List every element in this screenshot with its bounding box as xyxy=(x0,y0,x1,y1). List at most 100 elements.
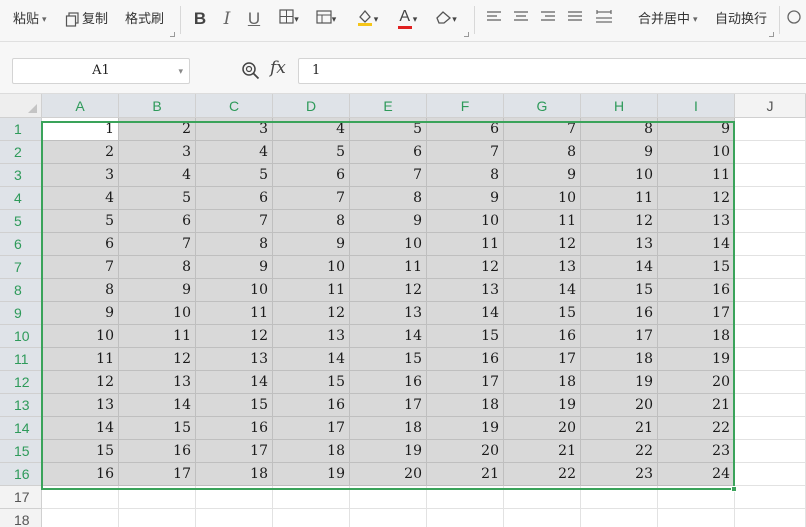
cell-b10[interactable]: 11 xyxy=(119,325,196,348)
cell-i9[interactable]: 17 xyxy=(658,302,735,325)
cell-f17[interactable] xyxy=(427,486,504,509)
cell-g5[interactable]: 11 xyxy=(504,210,581,233)
column-header-j[interactable]: J xyxy=(735,94,806,118)
cell-j17[interactable] xyxy=(735,486,806,509)
cell-c2[interactable]: 4 xyxy=(196,141,273,164)
cell-a2[interactable]: 2 xyxy=(42,141,119,164)
cell-f14[interactable]: 19 xyxy=(427,417,504,440)
cell-f5[interactable]: 10 xyxy=(427,210,504,233)
row-header-18[interactable]: 18 xyxy=(0,509,42,527)
cell-e8[interactable]: 12 xyxy=(350,279,427,302)
cell-d8[interactable]: 11 xyxy=(273,279,350,302)
cell-b18[interactable] xyxy=(119,509,196,527)
row-header-15[interactable]: 15 xyxy=(0,440,42,463)
cell-h14[interactable]: 21 xyxy=(581,417,658,440)
row-header-6[interactable]: 6 xyxy=(0,233,42,256)
cell-d6[interactable]: 9 xyxy=(273,233,350,256)
cell-h7[interactable]: 14 xyxy=(581,256,658,279)
cell-c8[interactable]: 10 xyxy=(196,279,273,302)
row-header-3[interactable]: 3 xyxy=(0,164,42,187)
cell-h17[interactable] xyxy=(581,486,658,509)
cell-j2[interactable] xyxy=(735,141,806,164)
cell-i1[interactable]: 9 xyxy=(658,118,735,141)
cell-j7[interactable] xyxy=(735,256,806,279)
cell-i2[interactable]: 10 xyxy=(658,141,735,164)
cell-j16[interactable] xyxy=(735,463,806,486)
row-header-17[interactable]: 17 xyxy=(0,486,42,509)
column-header-g[interactable]: G xyxy=(504,94,581,118)
distributed-align-button[interactable] xyxy=(594,8,614,30)
cell-e18[interactable] xyxy=(350,509,427,527)
cell-g12[interactable]: 18 xyxy=(504,371,581,394)
cell-c6[interactable]: 8 xyxy=(196,233,273,256)
cell-b9[interactable]: 10 xyxy=(119,302,196,325)
cell-g10[interactable]: 16 xyxy=(504,325,581,348)
cell-a1[interactable]: 1 xyxy=(42,118,119,141)
cell-c1[interactable]: 3 xyxy=(196,118,273,141)
cell-h2[interactable]: 9 xyxy=(581,141,658,164)
cell-f10[interactable]: 15 xyxy=(427,325,504,348)
cell-f6[interactable]: 11 xyxy=(427,233,504,256)
cell-b11[interactable]: 12 xyxy=(119,348,196,371)
cell-a7[interactable]: 7 xyxy=(42,256,119,279)
cell-g17[interactable] xyxy=(504,486,581,509)
cell-f8[interactable]: 13 xyxy=(427,279,504,302)
cell-h13[interactable]: 20 xyxy=(581,394,658,417)
cell-c16[interactable]: 18 xyxy=(196,463,273,486)
cell-e2[interactable]: 6 xyxy=(350,141,427,164)
cell-i3[interactable]: 11 xyxy=(658,164,735,187)
cell-c18[interactable] xyxy=(196,509,273,527)
column-header-d[interactable]: D xyxy=(273,94,350,118)
cell-a13[interactable]: 13 xyxy=(42,394,119,417)
cell-a9[interactable]: 9 xyxy=(42,302,119,325)
cell-h10[interactable]: 17 xyxy=(581,325,658,348)
cell-c10[interactable]: 12 xyxy=(196,325,273,348)
cell-c15[interactable]: 17 xyxy=(196,440,273,463)
cell-c5[interactable]: 7 xyxy=(196,210,273,233)
cell-h5[interactable]: 12 xyxy=(581,210,658,233)
cell-e12[interactable]: 16 xyxy=(350,371,427,394)
formula-input[interactable]: 1 xyxy=(298,58,806,84)
cell-e7[interactable]: 11 xyxy=(350,256,427,279)
select-all-button[interactable] xyxy=(0,94,42,118)
cell-c7[interactable]: 9 xyxy=(196,256,273,279)
cell-a16[interactable]: 16 xyxy=(42,463,119,486)
cell-j3[interactable] xyxy=(735,164,806,187)
cell-b15[interactable]: 16 xyxy=(119,440,196,463)
cell-j4[interactable] xyxy=(735,187,806,210)
cell-b7[interactable]: 8 xyxy=(119,256,196,279)
cell-e6[interactable]: 10 xyxy=(350,233,427,256)
cell-c12[interactable]: 14 xyxy=(196,371,273,394)
cell-j15[interactable] xyxy=(735,440,806,463)
cell-a12[interactable]: 12 xyxy=(42,371,119,394)
cell-f9[interactable]: 14 xyxy=(427,302,504,325)
cell-j12[interactable] xyxy=(735,371,806,394)
font-group-launcher[interactable] xyxy=(464,32,469,37)
cell-h8[interactable]: 15 xyxy=(581,279,658,302)
cell-i4[interactable]: 12 xyxy=(658,187,735,210)
cell-j9[interactable] xyxy=(735,302,806,325)
cell-i10[interactable]: 18 xyxy=(658,325,735,348)
cell-d13[interactable]: 16 xyxy=(273,394,350,417)
column-header-b[interactable]: B xyxy=(119,94,196,118)
cell-d16[interactable]: 19 xyxy=(273,463,350,486)
cell-d11[interactable]: 14 xyxy=(273,348,350,371)
cell-d1[interactable]: 4 xyxy=(273,118,350,141)
row-header-5[interactable]: 5 xyxy=(0,210,42,233)
align-middle-button[interactable] xyxy=(511,8,531,30)
cell-j6[interactable] xyxy=(735,233,806,256)
row-header-16[interactable]: 16 xyxy=(0,463,42,486)
cell-d18[interactable] xyxy=(273,509,350,527)
merge-center-button[interactable]: 合并居中 ▾ xyxy=(638,9,698,29)
cell-g6[interactable]: 12 xyxy=(504,233,581,256)
cell-a15[interactable]: 15 xyxy=(42,440,119,463)
cell-h11[interactable]: 18 xyxy=(581,348,658,371)
cell-e3[interactable]: 7 xyxy=(350,164,427,187)
cell-i11[interactable]: 19 xyxy=(658,348,735,371)
clear-format-button[interactable]: ▾ xyxy=(430,8,462,30)
column-header-i[interactable]: I xyxy=(658,94,735,118)
cell-a3[interactable]: 3 xyxy=(42,164,119,187)
cell-f7[interactable]: 12 xyxy=(427,256,504,279)
cell-f4[interactable]: 9 xyxy=(427,187,504,210)
cell-d15[interactable]: 18 xyxy=(273,440,350,463)
